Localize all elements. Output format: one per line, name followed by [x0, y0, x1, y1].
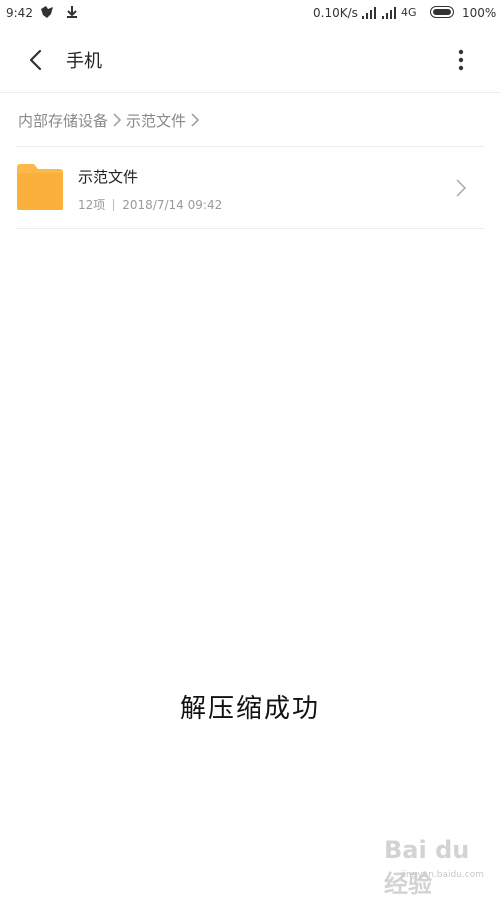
list-item-folder[interactable]: 示范文件 12项 2018/7/14 09:42	[16, 150, 484, 228]
download-icon	[67, 6, 77, 18]
meta-divider	[113, 198, 115, 211]
network-speed: 0.10K/s	[313, 6, 358, 20]
status-bar: 9:42 0.10K/s 4G 100%	[0, 0, 500, 28]
list-divider	[16, 228, 484, 229]
chevron-right-icon	[456, 179, 467, 197]
watermark: Bai du 经验 jingyan.baidu.com	[384, 836, 494, 898]
folder-icon	[17, 164, 63, 210]
breadcrumb-item-sample-files[interactable]: 示范文件	[126, 110, 186, 131]
chevron-right-icon	[113, 113, 122, 127]
signal-icon-2	[382, 7, 396, 19]
breadcrumb-divider	[16, 146, 484, 147]
battery-level: 100%	[462, 6, 497, 20]
more-options-button[interactable]	[448, 46, 474, 74]
chevron-right-icon	[191, 113, 200, 127]
watermark-sub: jingyan.baidu.com	[400, 870, 484, 880]
folder-meta: 12项 2018/7/14 09:42	[78, 196, 222, 213]
status-time: 9:42	[6, 6, 33, 20]
caption-text: 解压缩成功	[179, 694, 320, 724]
breadcrumb-item-internal-storage[interactable]: 内部存储设备	[18, 110, 108, 131]
header-bar: 手机	[0, 30, 500, 90]
page-title: 手机	[66, 51, 102, 72]
battery-icon	[430, 6, 454, 18]
breadcrumb: 内部存储设备 示范文件	[18, 108, 204, 132]
header-divider	[0, 92, 500, 93]
back-button[interactable]	[22, 46, 50, 74]
network-type: 4G	[401, 6, 417, 19]
notification-app-icon	[41, 6, 53, 18]
folder-item-count: 12项	[78, 198, 106, 212]
folder-name: 示范文件	[78, 168, 139, 186]
signal-icon	[362, 7, 376, 19]
folder-date: 2018/7/14 09:42	[122, 197, 223, 212]
watermark-main: Bai du 经验	[384, 836, 470, 898]
